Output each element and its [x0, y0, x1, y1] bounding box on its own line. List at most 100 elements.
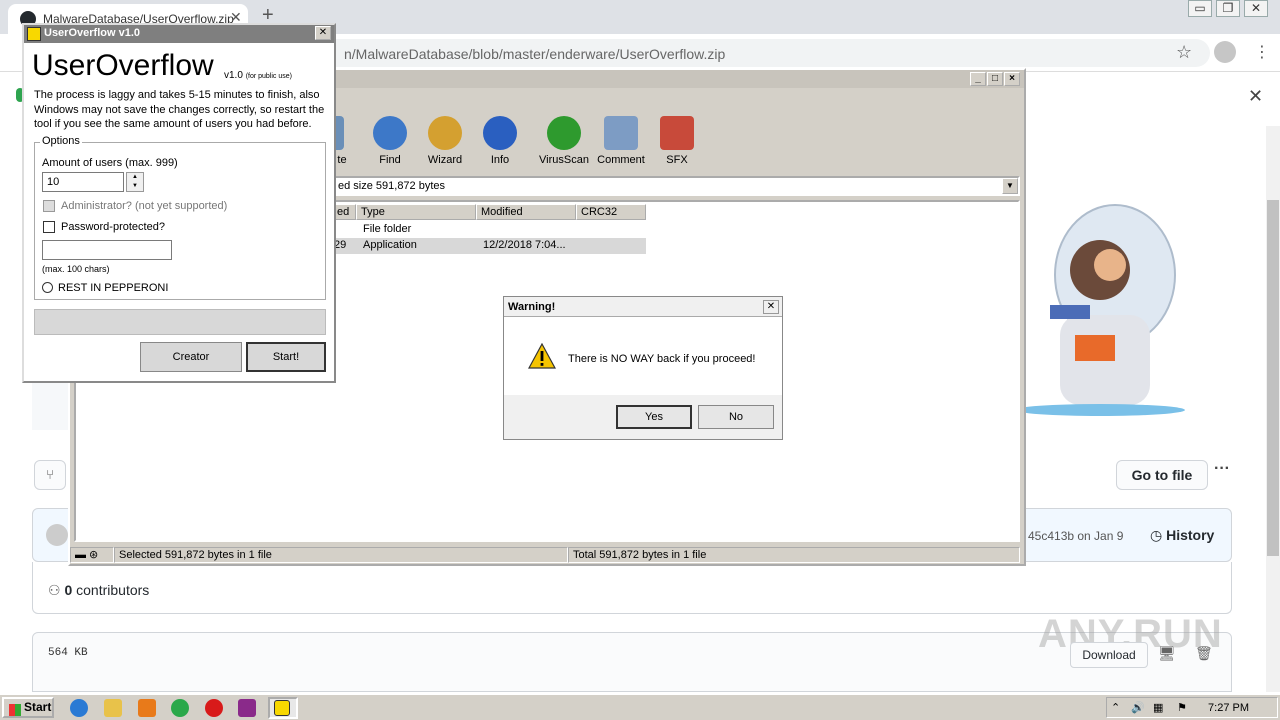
- minimize-icon[interactable]: ▭: [1188, 0, 1212, 17]
- download-button[interactable]: Download: [1070, 642, 1148, 668]
- media-player-icon[interactable]: [138, 699, 156, 717]
- cell-type: File folder: [363, 223, 412, 235]
- useroverflow-icon: [274, 700, 290, 716]
- path-text: ed size 591,872 bytes: [338, 180, 446, 192]
- rest-radio[interactable]: [42, 282, 53, 293]
- sfx-icon: [660, 116, 694, 150]
- drive-icon[interactable]: ▬ ⊛: [70, 547, 114, 563]
- tool-label: VirusScan: [539, 154, 589, 166]
- close-icon[interactable]: ✕: [315, 26, 331, 40]
- tool-find[interactable]: Find: [362, 116, 418, 166]
- restore-icon[interactable]: ❐: [1216, 0, 1240, 17]
- close-icon[interactable]: ×: [1004, 72, 1020, 86]
- banner-close-icon[interactable]: ✕: [1248, 86, 1263, 107]
- windows-logo-icon: [9, 704, 21, 716]
- app-heading: UserOverflow: [32, 49, 214, 82]
- file-size: 564 KB: [48, 647, 88, 659]
- system-tray: ⌃ 🔊 ▦ ⚑ 7:27 PM: [1106, 697, 1278, 718]
- minimize-icon[interactable]: _: [970, 72, 986, 86]
- winrar-icon[interactable]: [238, 699, 256, 717]
- ie-icon[interactable]: [70, 699, 88, 717]
- commit-hash[interactable]: 45c413b on Jan 9: [1028, 529, 1123, 543]
- find-icon: [373, 116, 407, 150]
- dropdown-arrow-icon[interactable]: ▼: [1002, 178, 1018, 194]
- tool-label: SFX: [666, 154, 688, 166]
- version-number: v1.0: [224, 70, 243, 81]
- committer-avatar[interactable]: [46, 524, 68, 546]
- warning-triangle-icon: [528, 343, 556, 369]
- useroverflow-title: UserOverflow v1.0: [44, 27, 140, 39]
- password-checkbox[interactable]: [43, 221, 55, 233]
- useroverflow-titlebar[interactable]: UserOverflow v1.0 ✕: [24, 25, 334, 43]
- column-header-crc32[interactable]: CRC32: [576, 204, 646, 220]
- cell-type: Application: [363, 239, 417, 251]
- maximize-icon[interactable]: □: [987, 72, 1003, 86]
- amount-field[interactable]: 10: [42, 172, 124, 192]
- warning-message: There is NO WAY back if you proceed!: [568, 353, 756, 365]
- more-options-icon[interactable]: ···: [1214, 460, 1230, 478]
- clock: 7:27 PM: [1208, 702, 1249, 714]
- start-button[interactable]: Start!: [246, 342, 326, 372]
- flag-icon[interactable]: ⚑: [1177, 701, 1187, 714]
- app-description: The process is laggy and takes 5-15 minu…: [34, 89, 325, 130]
- useroverflow-task-button[interactable]: [268, 697, 298, 719]
- tool-virusscan[interactable]: VirusScan: [536, 116, 592, 166]
- tool-label: Comment: [597, 154, 645, 166]
- no-button[interactable]: No: [698, 405, 774, 429]
- password-label: Password-protected?: [61, 221, 165, 233]
- options-legend: Options: [40, 135, 82, 147]
- bookmark-star-icon[interactable]: ☆: [1176, 42, 1192, 63]
- tool-label: Wizard: [427, 154, 463, 166]
- history-label: History: [1166, 527, 1215, 543]
- table-row[interactable]: 29 Application 12/2/2018 7:04...: [332, 238, 646, 254]
- tool-comment[interactable]: Comment: [593, 116, 649, 166]
- branch-button[interactable]: ⑂: [34, 460, 66, 490]
- creator-button[interactable]: Creator: [140, 342, 242, 372]
- browser-menu-icon[interactable]: ⋮: [1254, 42, 1270, 62]
- version-note: (for public use): [245, 73, 292, 80]
- opera-icon[interactable]: [205, 699, 223, 717]
- cell-modified: 12/2/2018 7:04...: [483, 239, 566, 251]
- password-field[interactable]: [42, 240, 172, 260]
- taskbar: Start ⌃ 🔊 ▦ ⚑ 7:27 PM: [0, 693, 1280, 720]
- path-dropdown[interactable]: ed size 591,872 bytes ▼: [332, 176, 1020, 196]
- tray-up-arrow-icon[interactable]: ⌃: [1111, 701, 1120, 714]
- virusscan-icon: [547, 116, 581, 150]
- wizard-icon: [428, 116, 462, 150]
- network-icon[interactable]: ▦: [1153, 701, 1163, 714]
- go-to-file-button[interactable]: Go to file: [1116, 460, 1208, 490]
- close-icon[interactable]: ✕: [1244, 0, 1268, 17]
- tool-info[interactable]: Info: [472, 116, 528, 166]
- start-label: Start: [24, 700, 52, 714]
- app-version: v1.0 (for public use): [224, 70, 292, 81]
- volume-icon[interactable]: 🔊: [1131, 701, 1145, 714]
- explorer-icon[interactable]: [104, 699, 122, 717]
- profile-avatar-icon[interactable]: [1214, 41, 1236, 63]
- octocat-astronaut-image: [1020, 204, 1185, 416]
- info-icon: [483, 116, 517, 150]
- tool-sfx[interactable]: SFX: [649, 116, 705, 166]
- close-icon[interactable]: ✕: [763, 300, 779, 314]
- scrollbar-thumb[interactable]: [1267, 200, 1279, 556]
- app-icon: [27, 27, 41, 41]
- tool-label: Find: [379, 154, 401, 166]
- useroverflow-dialog: UserOverflow v1.0 ✕ UserOverflow v1.0 (f…: [22, 23, 336, 383]
- amount-stepper[interactable]: ▲ ▼: [126, 172, 144, 192]
- history-link[interactable]: ◷ History: [1150, 527, 1214, 544]
- warning-titlebar[interactable]: Warning! ✕: [504, 297, 782, 317]
- yes-button[interactable]: Yes: [616, 405, 692, 429]
- address-bar[interactable]: n/MalwareDatabase/blob/master/enderware/…: [320, 39, 1210, 67]
- column-header-type[interactable]: Type: [356, 204, 476, 220]
- start-button[interactable]: Start: [2, 697, 54, 718]
- chrome-icon[interactable]: [171, 699, 189, 717]
- desktop-icon[interactable]: 🖥: [1158, 645, 1176, 662]
- max-chars-hint: (max. 100 chars): [42, 264, 110, 274]
- tool-wizard[interactable]: Wizard: [417, 116, 473, 166]
- table-row[interactable]: File folder: [332, 222, 646, 238]
- contributors-text: ⚇ 0 contributors: [48, 582, 149, 599]
- status-selected: Selected 591,872 bytes in 1 file: [114, 547, 568, 563]
- progress-bar: [34, 309, 326, 335]
- tool-label: te: [337, 154, 347, 166]
- column-header-modified[interactable]: Modified: [476, 204, 576, 220]
- trash-icon[interactable]: 🗑: [1195, 645, 1213, 662]
